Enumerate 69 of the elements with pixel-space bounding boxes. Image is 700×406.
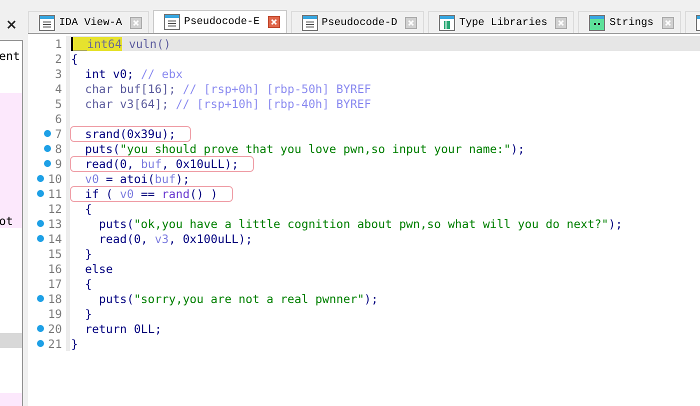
line-number: 15 bbox=[48, 246, 62, 260]
document-icon bbox=[39, 14, 55, 30]
line-number: 6 bbox=[55, 112, 62, 126]
line-number: 10 bbox=[48, 172, 62, 186]
code-line: char buf[16]; // [rsp+0h] [rbp-50h] BYREF bbox=[84, 81, 372, 96]
line-number: 5 bbox=[55, 96, 62, 110]
close-icon[interactable] bbox=[268, 16, 280, 28]
close-button[interactable]: × bbox=[6, 18, 18, 32]
code-line: read(0, v3, 0x100uLL); bbox=[98, 231, 252, 246]
close-icon[interactable] bbox=[130, 16, 142, 28]
breakpoint-dot[interactable] bbox=[44, 145, 52, 152]
code-line: { bbox=[71, 51, 78, 66]
code-line: v0 = atoi(buf); bbox=[84, 171, 190, 186]
breakpoint-dot[interactable] bbox=[44, 160, 52, 167]
breakpoint-dot[interactable] bbox=[37, 295, 44, 302]
line-number: 17 bbox=[48, 276, 62, 290]
line-number: 13 bbox=[48, 216, 62, 230]
code-line: { bbox=[84, 276, 92, 291]
line-number: 1 bbox=[55, 36, 62, 50]
line-number: 7 bbox=[55, 126, 62, 140]
tab[interactable]: Pseudocode-D bbox=[290, 11, 424, 33]
code-line: else bbox=[84, 261, 113, 276]
line-number: 14 bbox=[48, 232, 62, 246]
breakpoint-dot[interactable] bbox=[37, 340, 44, 347]
line-number: 4 bbox=[55, 82, 62, 96]
code-line: { bbox=[84, 201, 92, 216]
breakpoint-dot[interactable] bbox=[37, 190, 44, 197]
close-icon[interactable] bbox=[555, 16, 568, 28]
breakpoint-dot[interactable] bbox=[44, 130, 52, 137]
code-line: puts("sorry,you are not a real pwnner"); bbox=[98, 291, 378, 306]
breakpoint-dot[interactable] bbox=[37, 175, 44, 182]
tab[interactable]: Strings bbox=[578, 11, 681, 33]
code-line: int v0; // ebx bbox=[84, 66, 183, 81]
close-icon[interactable] bbox=[405, 16, 418, 28]
close-icon[interactable] bbox=[662, 16, 674, 28]
code-line: } bbox=[71, 336, 78, 351]
line-number: 21 bbox=[48, 336, 62, 350]
tab[interactable]: IDA View-A bbox=[28, 11, 150, 33]
boxed-code-line: srand(0x39u); bbox=[71, 126, 190, 140]
line-number: 19 bbox=[48, 306, 62, 320]
quote-icon bbox=[589, 14, 606, 30]
tab[interactable]: Type Libraries bbox=[428, 11, 574, 33]
line-number: 18 bbox=[48, 292, 62, 306]
boxed-code-line: read(0, buf, 0x10uLL); bbox=[71, 156, 253, 170]
line-number: 20 bbox=[48, 322, 62, 336]
code-line: } bbox=[84, 246, 92, 261]
list-item-text: ot bbox=[0, 214, 13, 228]
code-line: puts("ok,you have a little cognition about pwn,so what will you do next?"); bbox=[98, 216, 622, 231]
current-code-line: __int64 vuln() bbox=[71, 36, 172, 51]
list-row[interactable]: ot bbox=[0, 213, 22, 228]
breakpoint-dot[interactable] bbox=[37, 325, 44, 332]
breakpoint-dot[interactable] bbox=[37, 220, 44, 227]
tab[interactable]: Pseudocode-E bbox=[153, 10, 287, 33]
code-line: return 0LL; bbox=[84, 321, 162, 336]
line-number: 12 bbox=[48, 202, 62, 216]
document-icon bbox=[164, 14, 180, 30]
code-line: char v3[64]; // [rsp+10h] [rbp-40h] BYREF bbox=[84, 96, 372, 111]
breakpoint-dot[interactable] bbox=[37, 235, 44, 242]
line-number: 2 bbox=[55, 52, 62, 66]
line-number: 8 bbox=[55, 142, 62, 156]
code-line: } bbox=[84, 306, 92, 321]
line-number: 16 bbox=[48, 262, 62, 276]
book-icon bbox=[439, 14, 456, 30]
document-icon bbox=[302, 14, 318, 30]
code-line: puts("you should prove that you love pwn,so input your name:"); bbox=[84, 141, 525, 156]
boxed-code-line: if ( v0 == rand() ) bbox=[71, 186, 232, 200]
line-number: 3 bbox=[55, 66, 62, 80]
line-number: 11 bbox=[48, 186, 62, 200]
line-number: 9 bbox=[55, 156, 62, 170]
